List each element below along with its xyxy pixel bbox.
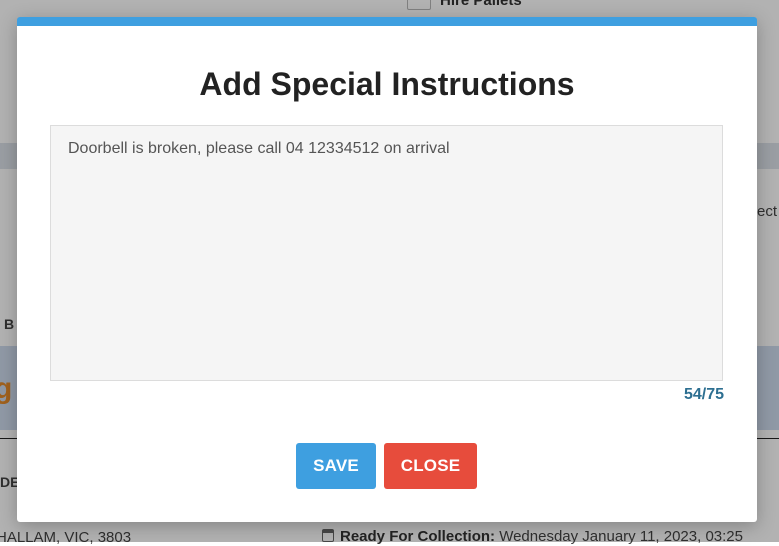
close-button[interactable]: CLOSE [384, 443, 477, 489]
modal-title: Add Special Instructions [199, 66, 575, 102]
character-counter: 54/75 [683, 386, 724, 403]
instructions-textarea[interactable]: Doorbell is broken, please call 04 12334… [50, 125, 723, 381]
save-button[interactable]: SAVE [296, 443, 376, 489]
special-instructions-modal: Add Special Instructions Doorbell is bro… [17, 17, 757, 522]
